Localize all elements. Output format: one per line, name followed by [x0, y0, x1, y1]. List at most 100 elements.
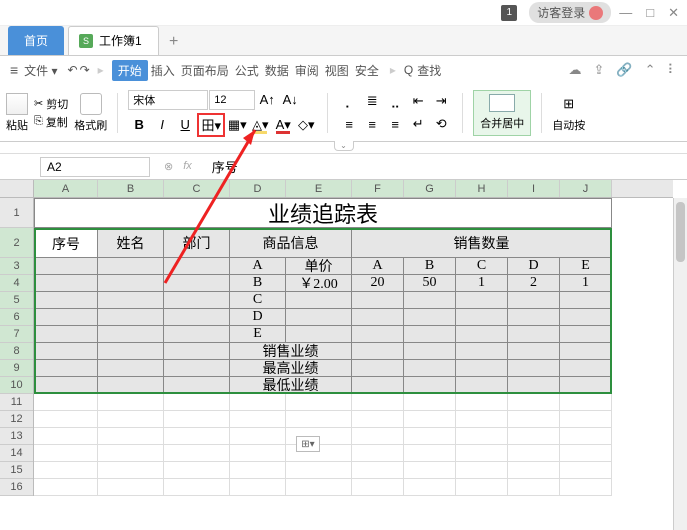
cancel-formula-icon[interactable]: ⊗: [164, 160, 173, 173]
merge-center-button[interactable]: 合并居中: [473, 90, 531, 136]
indent-inc-icon[interactable]: ⇥: [430, 90, 452, 112]
cell-j5[interactable]: [560, 292, 612, 309]
cell-c7[interactable]: [164, 326, 230, 343]
bold-icon[interactable]: B: [128, 114, 150, 136]
col-header-a[interactable]: A: [34, 180, 98, 197]
cell-h7[interactable]: [456, 326, 508, 343]
col-header-d[interactable]: D: [230, 180, 286, 197]
cell-e5[interactable]: [286, 292, 352, 309]
cell-b10[interactable]: [98, 377, 164, 394]
increase-font-icon[interactable]: A↑: [256, 89, 278, 111]
col-header-c[interactable]: C: [164, 180, 230, 197]
cell-i5[interactable]: [508, 292, 560, 309]
cell-b2[interactable]: 姓名: [98, 228, 164, 258]
cell-a7[interactable]: [34, 326, 98, 343]
cell-title[interactable]: 业绩追踪表: [34, 198, 612, 228]
fx-icon[interactable]: fx: [183, 160, 192, 173]
cell-j4[interactable]: 1: [560, 275, 612, 292]
align-top-icon[interactable]: ⡀: [338, 90, 360, 112]
ribbon-tab-security[interactable]: 安全: [352, 60, 382, 81]
row-header-3[interactable]: 3: [0, 258, 33, 275]
col-header-e[interactable]: E: [286, 180, 352, 197]
cell-g5[interactable]: [404, 292, 456, 309]
row-header-10[interactable]: 10: [0, 377, 33, 394]
cell-j9[interactable]: [560, 360, 612, 377]
cell-i9[interactable]: [508, 360, 560, 377]
cell-h8[interactable]: [456, 343, 508, 360]
more-icon[interactable]: ⠇: [667, 62, 677, 78]
cell-a2[interactable]: 序号: [34, 228, 98, 258]
cell-a5[interactable]: [34, 292, 98, 309]
cell-g10[interactable]: [404, 377, 456, 394]
decrease-font-icon[interactable]: A↓: [279, 89, 301, 111]
copy-button[interactable]: ⎘复制: [34, 114, 68, 130]
ribbon-tab-data[interactable]: 数据: [262, 60, 292, 81]
cut-button[interactable]: ✂剪切: [34, 96, 68, 112]
cell-g9[interactable]: [404, 360, 456, 377]
collapse-page-chevron-icon[interactable]: ⌄: [334, 141, 354, 151]
cell-i8[interactable]: [508, 343, 560, 360]
row-header-15[interactable]: 15: [0, 462, 33, 479]
undo-icon[interactable]: ↶: [68, 63, 78, 77]
cell-c10[interactable]: [164, 377, 230, 394]
row-header-16[interactable]: 16: [0, 479, 33, 496]
tab-workbook[interactable]: S 工作簿1: [68, 26, 159, 55]
paste-label[interactable]: 粘贴: [6, 117, 28, 133]
close-icon[interactable]: ✕: [668, 5, 679, 21]
cell-h4[interactable]: 1: [456, 275, 508, 292]
notification-badge[interactable]: 1: [501, 5, 517, 21]
cell-a4[interactable]: [34, 275, 98, 292]
cell-j8[interactable]: [560, 343, 612, 360]
cell-i10[interactable]: [508, 377, 560, 394]
cell-a11[interactable]: [34, 394, 98, 411]
ribbon-tab-view[interactable]: 视图: [322, 60, 352, 81]
cell-f10[interactable]: [352, 377, 404, 394]
align-bottom-icon[interactable]: ⣀: [384, 90, 406, 112]
cell-b8[interactable]: [98, 343, 164, 360]
cell-b5[interactable]: [98, 292, 164, 309]
row-header-14[interactable]: 14: [0, 445, 33, 462]
col-header-i[interactable]: I: [508, 180, 560, 197]
cell-a8[interactable]: [34, 343, 98, 360]
share-icon[interactable]: ⇪: [593, 62, 604, 78]
cell-f9[interactable]: [352, 360, 404, 377]
cell-d10[interactable]: 最低业绩: [230, 377, 352, 394]
paste-icon[interactable]: [6, 93, 28, 115]
col-header-j[interactable]: J: [560, 180, 612, 197]
row-header-12[interactable]: 12: [0, 411, 33, 428]
cell-c6[interactable]: [164, 309, 230, 326]
ribbon-tab-layout[interactable]: 页面布局: [178, 60, 232, 81]
font-name-select[interactable]: [128, 90, 208, 110]
cell-h3[interactable]: C: [456, 258, 508, 275]
guest-login-button[interactable]: 访客登录: [529, 2, 611, 23]
hamburger-icon[interactable]: ≡: [10, 62, 18, 78]
vertical-scrollbar[interactable]: [673, 198, 687, 530]
cell-h10[interactable]: [456, 377, 508, 394]
row-header-8[interactable]: 8: [0, 343, 33, 360]
cell-g7[interactable]: [404, 326, 456, 343]
search-button[interactable]: Q 查找: [404, 62, 441, 79]
cell-sales-qty[interactable]: 销售数量: [352, 228, 612, 258]
cell-d5[interactable]: C: [230, 292, 286, 309]
cell-c8[interactable]: [164, 343, 230, 360]
fill-color-icon[interactable]: ◬▾: [249, 114, 271, 136]
tab-add[interactable]: +: [159, 33, 189, 55]
align-left-icon[interactable]: ≡: [338, 113, 360, 135]
row-header-5[interactable]: 5: [0, 292, 33, 309]
indent-dec-icon[interactable]: ⇤: [407, 90, 429, 112]
collapse-ribbon-icon[interactable]: ⌃: [645, 62, 656, 78]
ribbon-tab-review[interactable]: 审阅: [292, 60, 322, 81]
cell-c2[interactable]: 部门: [164, 228, 230, 258]
row-header-1[interactable]: 1: [0, 198, 33, 228]
formula-bar-input[interactable]: 序号: [206, 157, 687, 176]
cell-b6[interactable]: [98, 309, 164, 326]
link-icon[interactable]: 🔗: [616, 62, 632, 78]
borders-icon[interactable]: 田▾: [197, 113, 225, 137]
italic-icon[interactable]: I: [151, 114, 173, 136]
cell-f5[interactable]: [352, 292, 404, 309]
row-header-13[interactable]: 13: [0, 428, 33, 445]
select-all-corner[interactable]: [0, 180, 34, 198]
cell-d4[interactable]: B: [230, 275, 286, 292]
col-header-h[interactable]: H: [456, 180, 508, 197]
redo-icon[interactable]: ↷: [80, 63, 90, 77]
